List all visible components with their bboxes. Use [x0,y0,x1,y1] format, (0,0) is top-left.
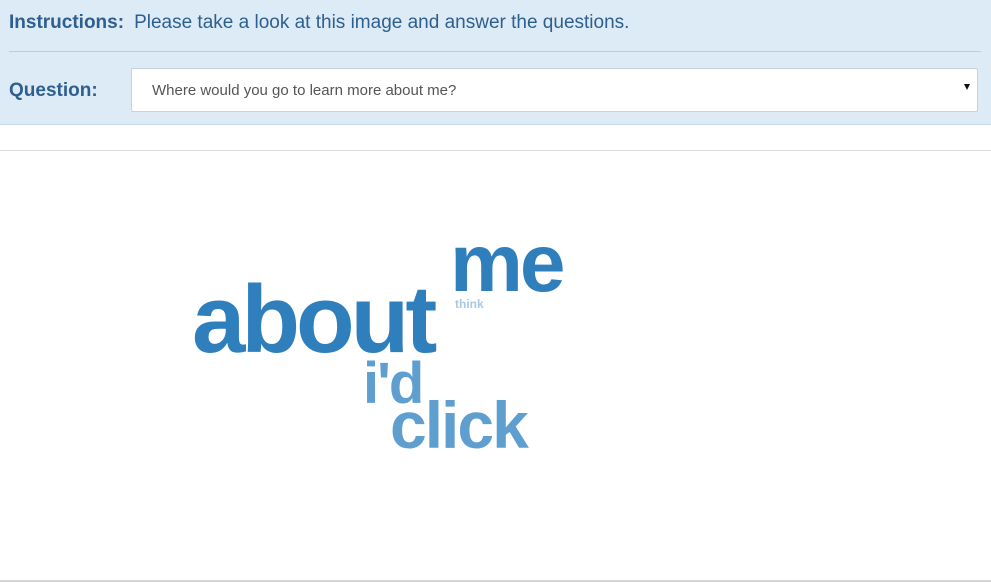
word-think: think [455,297,484,311]
instructions-row: Instructions: Please take a look at this… [9,10,629,36]
word-cloud-image: about me think i'd click [0,151,991,580]
question-select-value: Where would you go to learn more about m… [152,81,457,99]
question-select[interactable]: Where would you go to learn more about m… [131,68,978,112]
question-label: Question: [9,79,98,101]
word-click: click [390,388,529,462]
instructions-header: Instructions: Please take a look at this… [0,0,991,125]
instructions-text: Please take a look at this image and ans… [134,12,630,33]
word-me: me [450,218,566,309]
question-row: Question: Where would you go to learn mo… [9,68,981,113]
instructions-label: Instructions: [9,12,125,33]
dropdown-arrow-icon [964,84,970,90]
bottom-border [0,580,991,582]
header-divider [9,51,981,52]
